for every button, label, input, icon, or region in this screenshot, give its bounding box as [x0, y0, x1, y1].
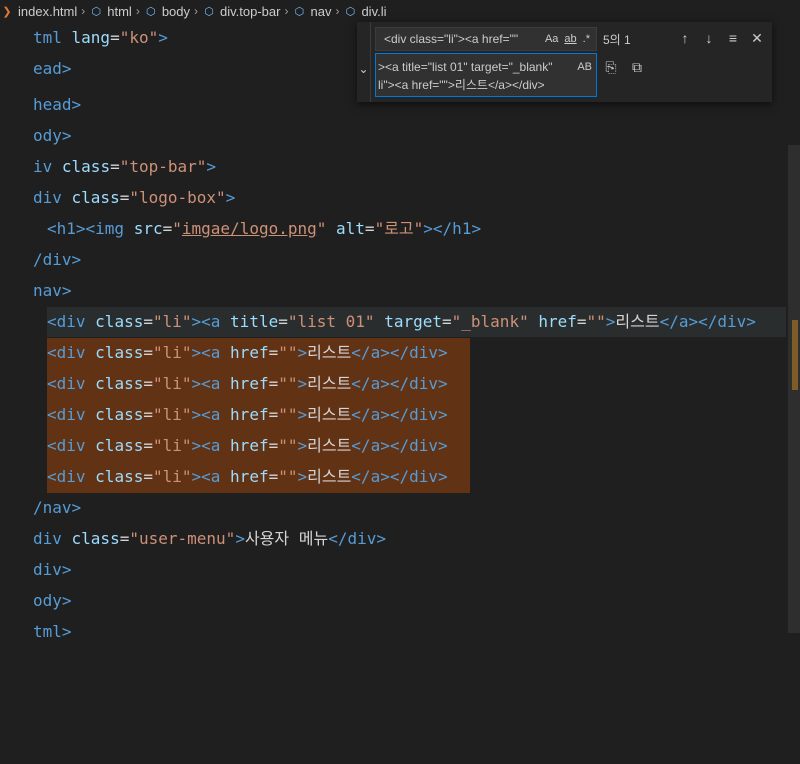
- code-line: ead>: [33, 59, 72, 78]
- breadcrumb-body[interactable]: ⬡ body: [144, 4, 190, 19]
- code-line: /nav>: [33, 498, 82, 517]
- code-line: <h1><img src="imgae/logo.png" alt="로고"><…: [47, 219, 482, 238]
- find-replace-widget: ⌄ <div class="li"><a href="" Aa ab .* ><…: [357, 22, 772, 102]
- match-case-toggle[interactable]: Aa: [545, 33, 558, 45]
- chevron-right-icon: ›: [335, 4, 340, 18]
- chevron-down-icon: ⌄: [358, 62, 369, 76]
- find-input[interactable]: <div class="li"><a href="" Aa ab .*: [375, 27, 597, 51]
- toggle-replace-button[interactable]: ⌄: [357, 22, 371, 102]
- element-icon: ⬡: [91, 5, 102, 18]
- close-icon[interactable]: ✕: [747, 29, 767, 47]
- replace-all-icon[interactable]: ⧉: [627, 58, 647, 76]
- code-editor[interactable]: tml lang="ko"> ead> head> ody> iv class=…: [0, 22, 787, 764]
- breadcrumb-file[interactable]: ❯ index.html: [0, 4, 77, 19]
- code-line: ody>: [33, 126, 72, 145]
- breadcrumb-top-bar[interactable]: ⬡ div.top-bar: [202, 4, 280, 19]
- code-line: <div class="li"><a href="">리스트</a></div>: [47, 467, 448, 486]
- next-match-button[interactable]: ↓: [699, 29, 719, 47]
- code-line: nav>: [33, 281, 72, 300]
- code-line: div class="user-menu">사용자 메뉴</div>: [33, 529, 386, 548]
- element-icon: ⬡: [204, 5, 214, 18]
- match-count: 5의 1: [603, 33, 631, 47]
- code-line: div>: [33, 560, 72, 579]
- code-line: /div>: [33, 250, 82, 269]
- chevron-right-icon: ›: [81, 4, 86, 18]
- chevron-right-icon: ›: [194, 4, 199, 18]
- code-line: ody>: [33, 591, 72, 610]
- code-line: <div class="li"><a href="">리스트</a></div>: [47, 343, 448, 362]
- whole-word-toggle[interactable]: ab: [564, 33, 576, 45]
- html-file-icon: ❯: [2, 5, 12, 18]
- breadcrumb-html[interactable]: ⬡ html: [89, 4, 131, 19]
- breadcrumb: ❯ index.html › ⬡ html › ⬡ body › ⬡ div.top-b…: [0, 0, 800, 22]
- regex-toggle[interactable]: .*: [583, 33, 590, 45]
- breadcrumb-nav[interactable]: ⬡ nav: [292, 4, 332, 19]
- code-line: tml lang="ko">: [33, 28, 168, 47]
- code-line: <div class="li"><a title="list 01" targe…: [47, 312, 756, 331]
- code-line: <div class="li"><a href="">리스트</a></div>: [47, 436, 448, 455]
- find-in-selection-icon[interactable]: ≡: [723, 29, 743, 47]
- code-line: <div class="li"><a href="">리스트</a></div>: [47, 405, 448, 424]
- replace-one-icon[interactable]: ⎘: [601, 58, 621, 76]
- element-icon: ⬡: [146, 5, 156, 18]
- breadcrumb-div-li[interactable]: ⬡ div.li: [343, 4, 387, 19]
- element-icon: ⬡: [345, 5, 356, 18]
- code-line: <div class="li"><a href="">리스트</a></div>: [47, 374, 448, 393]
- scrollbar-match-marker: [792, 320, 798, 390]
- code-line: head>: [33, 95, 82, 114]
- replace-input[interactable]: ><a title="list 01" target="_blank" li">…: [375, 53, 597, 97]
- element-icon: ⬡: [294, 5, 305, 18]
- previous-match-button[interactable]: ↑: [675, 29, 695, 47]
- chevron-right-icon: ›: [284, 4, 289, 18]
- code-line: iv class="top-bar">: [33, 157, 217, 176]
- chevron-right-icon: ›: [135, 4, 140, 18]
- code-line: div class="logo-box">: [33, 188, 236, 207]
- preserve-case-toggle[interactable]: AB: [577, 58, 592, 76]
- code-line: tml>: [33, 622, 72, 641]
